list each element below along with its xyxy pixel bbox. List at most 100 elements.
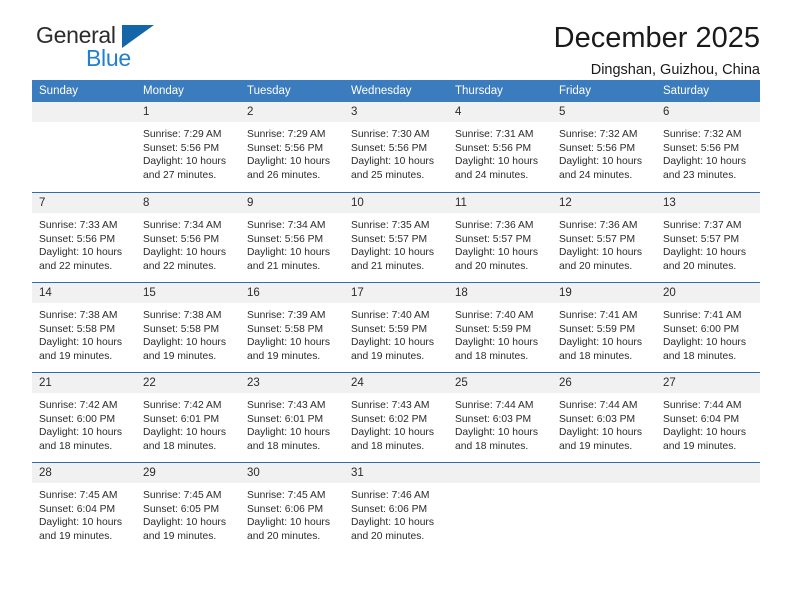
day-cell[interactable]: 13 Sunrise: 7:37 AM Sunset: 5:57 PM Dayligh… — [656, 193, 760, 282]
day-number-band: 16 — [240, 283, 344, 303]
day-cell[interactable]: 1 Sunrise: 7:29 AM Sunset: 5:56 PM Daylight… — [136, 102, 240, 192]
daylight-text-line1: Daylight: 10 hours — [455, 337, 538, 349]
day-cell[interactable]: 8 Sunrise: 7:34 AM Sunset: 5:56 PM Daylight… — [136, 193, 240, 282]
sunrise-text: Sunrise: 7:39 AM — [247, 310, 326, 321]
day-cell[interactable]: 11 Sunrise: 7:36 AM Sunset: 5:57 PM Dayligh… — [448, 193, 552, 282]
day-cell[interactable]: 18 Sunrise: 7:40 AM Sunset: 5:59 PM Dayligh… — [448, 283, 552, 372]
day-cell[interactable]: 10 Sunrise: 7:35 AM Sunset: 5:57 PM Dayligh… — [344, 193, 448, 282]
day-cell-empty — [32, 102, 136, 192]
day-number-band: 13 — [656, 193, 760, 213]
daylight-text-line2: and 21 minutes. — [351, 260, 425, 272]
day-number-band: 25 — [448, 373, 552, 393]
day-cell[interactable]: 20 Sunrise: 7:41 AM Sunset: 6:00 PM Dayligh… — [656, 283, 760, 372]
daylight-text-line2: and 25 minutes. — [351, 169, 425, 181]
sunrise-text: Sunrise: 7:43 AM — [351, 400, 430, 411]
sunset-text: Sunset: 6:04 PM — [663, 413, 740, 425]
day-cell[interactable]: 14 Sunrise: 7:38 AM Sunset: 5:58 PM Dayligh… — [32, 283, 136, 372]
sunset-text: Sunset: 5:57 PM — [663, 233, 740, 245]
calendar-week-row: 1 Sunrise: 7:29 AM Sunset: 5:56 PM Daylight… — [32, 102, 760, 192]
sunrise-text: Sunrise: 7:35 AM — [351, 220, 430, 231]
daylight-text-line2: and 22 minutes. — [143, 260, 217, 272]
day-cell[interactable]: 3 Sunrise: 7:30 AM Sunset: 5:56 PM Daylight… — [344, 102, 448, 192]
day-cell[interactable]: 17 Sunrise: 7:40 AM Sunset: 5:59 PM Dayligh… — [344, 283, 448, 372]
day-number-band — [656, 463, 760, 483]
day-details: Sunrise: 7:34 AM Sunset: 5:56 PM Daylight:… — [136, 213, 240, 273]
sunrise-text: Sunrise: 7:38 AM — [143, 310, 222, 321]
day-number-band: 7 — [32, 193, 136, 213]
sunrise-text: Sunrise: 7:34 AM — [143, 220, 222, 231]
day-cell[interactable]: 30 Sunrise: 7:45 AM Sunset: 6:06 PM Dayligh… — [240, 463, 344, 552]
daylight-text-line1: Daylight: 10 hours — [143, 156, 226, 168]
daylight-text-line1: Daylight: 10 hours — [455, 427, 538, 439]
daylight-text-line1: Daylight: 10 hours — [143, 427, 226, 439]
daylight-text-line1: Daylight: 10 hours — [247, 517, 330, 529]
day-details: Sunrise: 7:31 AM Sunset: 5:56 PM Daylight:… — [448, 122, 552, 182]
day-cell[interactable]: 24 Sunrise: 7:43 AM Sunset: 6:02 PM Dayligh… — [344, 373, 448, 462]
day-details — [552, 483, 656, 489]
day-number: 26 — [559, 377, 572, 389]
sunrise-text: Sunrise: 7:38 AM — [39, 310, 118, 321]
daylight-text-line1: Daylight: 10 hours — [351, 517, 434, 529]
day-cell[interactable]: 9 Sunrise: 7:34 AM Sunset: 5:56 PM Daylight… — [240, 193, 344, 282]
weekday-sunday: Sunday — [39, 85, 79, 97]
daylight-text-line1: Daylight: 10 hours — [143, 517, 226, 529]
day-number: 10 — [351, 197, 364, 209]
day-cell[interactable]: 22 Sunrise: 7:42 AM Sunset: 6:01 PM Dayligh… — [136, 373, 240, 462]
day-cell[interactable]: 23 Sunrise: 7:43 AM Sunset: 6:01 PM Dayligh… — [240, 373, 344, 462]
day-cell[interactable]: 16 Sunrise: 7:39 AM Sunset: 5:58 PM Dayligh… — [240, 283, 344, 372]
daylight-text-line2: and 23 minutes. — [663, 169, 737, 181]
day-cell[interactable]: 6 Sunrise: 7:32 AM Sunset: 5:56 PM Daylight… — [656, 102, 760, 192]
day-cell[interactable]: 21 Sunrise: 7:42 AM Sunset: 6:00 PM Dayligh… — [32, 373, 136, 462]
day-number: 5 — [559, 106, 566, 118]
day-number-band: 11 — [448, 193, 552, 213]
day-cell[interactable]: 29 Sunrise: 7:45 AM Sunset: 6:05 PM Dayligh… — [136, 463, 240, 552]
sunrise-text: Sunrise: 7:33 AM — [39, 220, 118, 231]
day-number-band: 1 — [136, 102, 240, 122]
daylight-text-line2: and 20 minutes. — [247, 530, 321, 542]
daylight-text-line1: Daylight: 10 hours — [247, 156, 330, 168]
day-cell[interactable]: 25 Sunrise: 7:44 AM Sunset: 6:03 PM Dayligh… — [448, 373, 552, 462]
day-number-band: 22 — [136, 373, 240, 393]
general-blue-logo[interactable]: General Blue — [32, 22, 192, 74]
day-cell[interactable]: 2 Sunrise: 7:29 AM Sunset: 5:56 PM Daylight… — [240, 102, 344, 192]
day-cell[interactable]: 31 Sunrise: 7:46 AM Sunset: 6:06 PM Dayligh… — [344, 463, 448, 552]
day-cell[interactable]: 26 Sunrise: 7:44 AM Sunset: 6:03 PM Dayligh… — [552, 373, 656, 462]
day-cell[interactable]: 28 Sunrise: 7:45 AM Sunset: 6:04 PM Dayligh… — [32, 463, 136, 552]
day-cell[interactable]: 5 Sunrise: 7:32 AM Sunset: 5:56 PM Daylight… — [552, 102, 656, 192]
sunset-text: Sunset: 6:00 PM — [663, 323, 740, 335]
day-cell-empty — [552, 463, 656, 552]
sunset-text: Sunset: 5:59 PM — [559, 323, 636, 335]
sunrise-text: Sunrise: 7:29 AM — [247, 129, 326, 140]
calendar-week-row: 28 Sunrise: 7:45 AM Sunset: 6:04 PM Dayligh… — [32, 462, 760, 552]
day-cell[interactable]: 19 Sunrise: 7:41 AM Sunset: 5:59 PM Dayligh… — [552, 283, 656, 372]
day-cell[interactable]: 4 Sunrise: 7:31 AM Sunset: 5:56 PM Daylight… — [448, 102, 552, 192]
daylight-text-line1: Daylight: 10 hours — [247, 427, 330, 439]
sunset-text: Sunset: 5:56 PM — [143, 233, 220, 245]
day-cell[interactable]: 12 Sunrise: 7:36 AM Sunset: 5:57 PM Dayligh… — [552, 193, 656, 282]
daylight-text-line2: and 18 minutes. — [39, 440, 113, 452]
day-number-band: 19 — [552, 283, 656, 303]
day-number: 1 — [143, 106, 150, 118]
sunrise-text: Sunrise: 7:31 AM — [455, 129, 534, 140]
day-number: 19 — [559, 287, 572, 299]
day-details: Sunrise: 7:34 AM Sunset: 5:56 PM Daylight:… — [240, 213, 344, 273]
day-details: Sunrise: 7:38 AM Sunset: 5:58 PM Daylight:… — [136, 303, 240, 363]
day-details: Sunrise: 7:43 AM Sunset: 6:01 PM Daylight:… — [240, 393, 344, 453]
day-number: 25 — [455, 377, 468, 389]
day-details: Sunrise: 7:29 AM Sunset: 5:56 PM Daylight:… — [136, 122, 240, 182]
day-number: 6 — [663, 106, 670, 118]
day-number: 11 — [455, 197, 467, 209]
daylight-text-line1: Daylight: 10 hours — [39, 337, 122, 349]
title-block: December 2025 Dingshan, Guizhou, China — [554, 22, 760, 78]
day-cell[interactable]: 27 Sunrise: 7:44 AM Sunset: 6:04 PM Dayligh… — [656, 373, 760, 462]
daylight-text-line2: and 21 minutes. — [247, 260, 321, 272]
day-number: 15 — [143, 287, 156, 299]
day-details: Sunrise: 7:30 AM Sunset: 5:56 PM Daylight:… — [344, 122, 448, 182]
daylight-text-line1: Daylight: 10 hours — [663, 337, 746, 349]
sunset-text: Sunset: 5:56 PM — [455, 142, 532, 154]
calendar-week-row: 14 Sunrise: 7:38 AM Sunset: 5:58 PM Dayligh… — [32, 282, 760, 372]
daylight-text-line1: Daylight: 10 hours — [143, 337, 226, 349]
day-details: Sunrise: 7:41 AM Sunset: 6:00 PM Daylight:… — [656, 303, 760, 363]
day-cell[interactable]: 7 Sunrise: 7:33 AM Sunset: 5:56 PM Daylight… — [32, 193, 136, 282]
day-cell[interactable]: 15 Sunrise: 7:38 AM Sunset: 5:58 PM Dayligh… — [136, 283, 240, 372]
